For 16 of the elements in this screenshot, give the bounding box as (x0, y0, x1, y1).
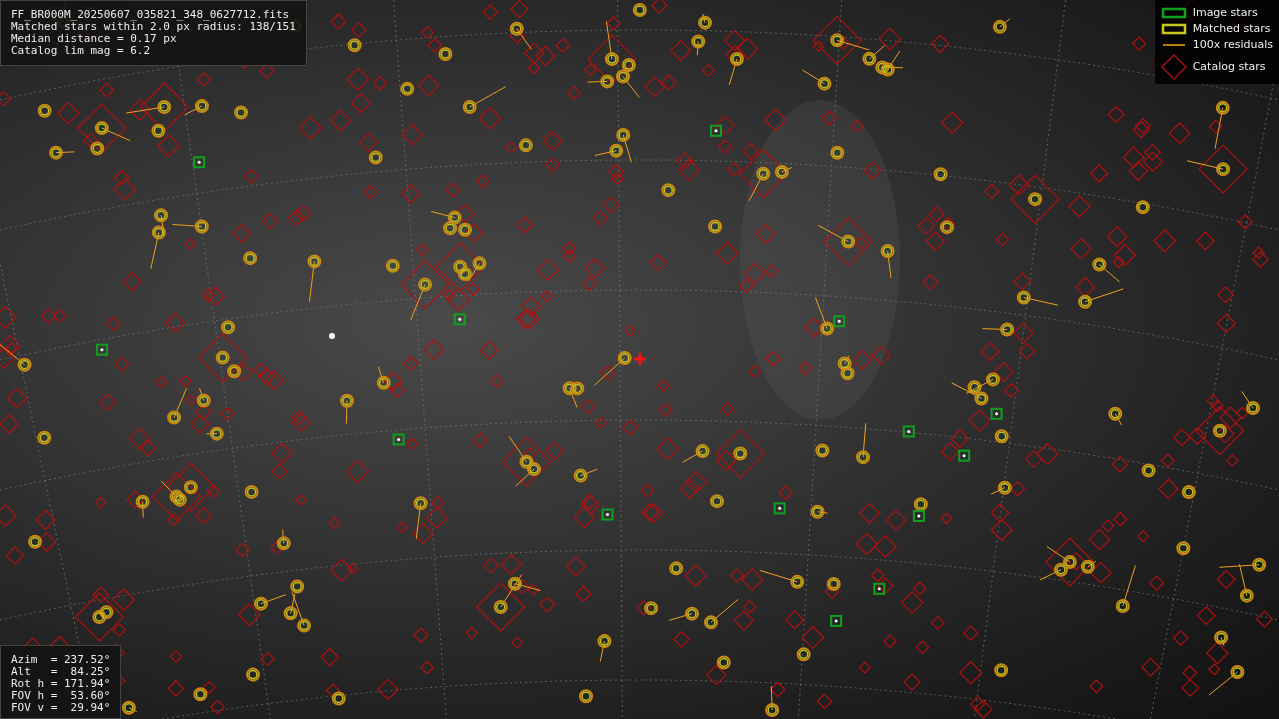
info-line: Matched stars within 2.0 px radius: 138/151 (11, 21, 296, 33)
image-star-box-icon (1160, 7, 1187, 19)
info-line: FF_BR000M_20250607_035821_348_0627712.fits (11, 9, 291, 21)
pointing-line: Rot h = 171.94° (11, 678, 111, 690)
pointing-line: Azim = 237.52° (11, 654, 111, 666)
legend-label: Image stars (1192, 6, 1258, 20)
pointing-line: Alt = 84.25° (11, 666, 111, 678)
legend-label: 100x residuals (1192, 38, 1273, 52)
pointing-line: FOV v = 29.94° (11, 702, 111, 714)
diamond-icon (1160, 54, 1187, 80)
info-line: Median distance = 0.17 px (11, 33, 178, 45)
legend-label: Catalog stars (1192, 60, 1266, 74)
info-line: Catalog lim mag = 6.2 (11, 45, 152, 57)
legend-label: Matched stars (1192, 22, 1271, 36)
matched-star-box-icon (1160, 23, 1187, 35)
pointing-line: FOV h = 53.60° (11, 690, 111, 702)
